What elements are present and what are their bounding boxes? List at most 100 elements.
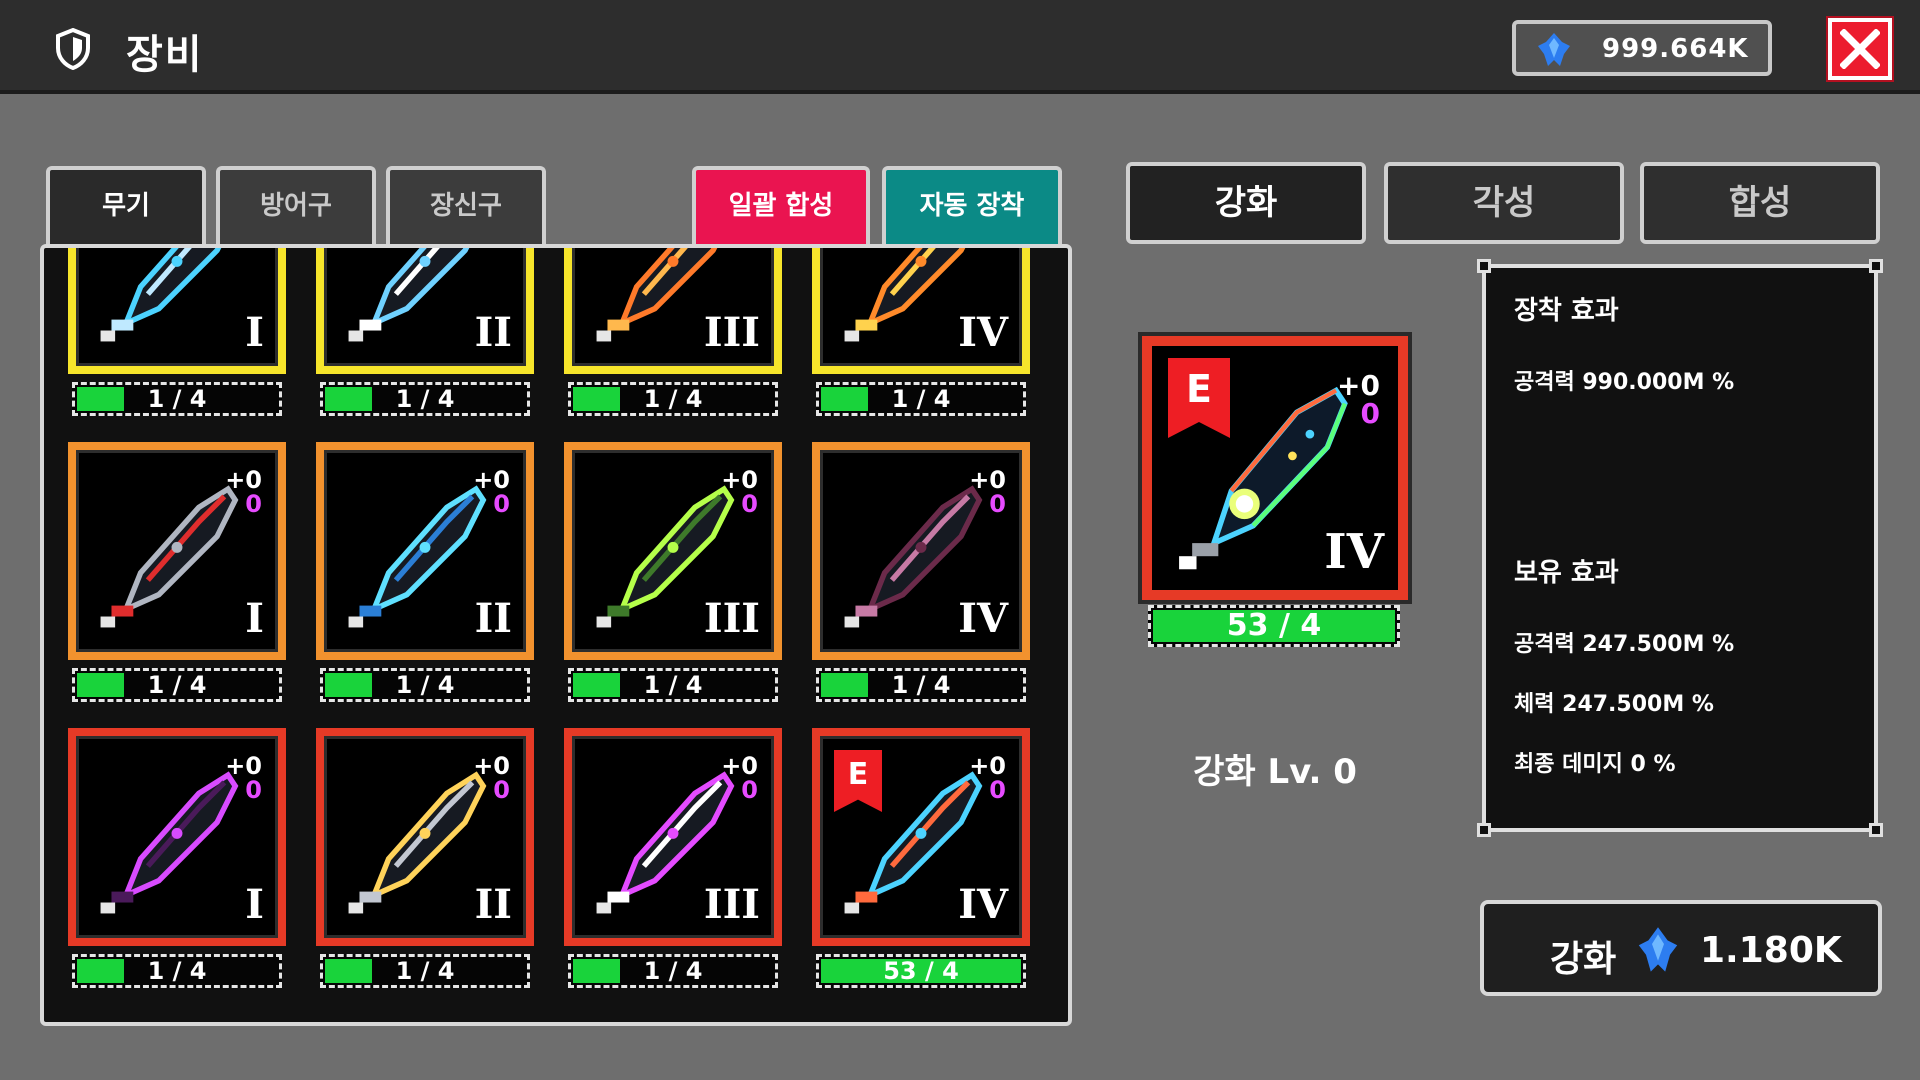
inventory-item[interactable]: +0 0 III 1 / 4 [564, 728, 782, 988]
item-tier: I [245, 595, 264, 642]
inventory-item[interactable]: +0 0 I 1 / 4 [68, 442, 286, 702]
item-tier: II [474, 595, 512, 642]
inventory-item[interactable]: E +0 0 IV 53 / 4 [812, 728, 1030, 988]
enhance-level-label: +0 0 [721, 752, 758, 804]
progress-text: 1 / 4 [147, 671, 207, 699]
inventory-item[interactable]: IV 1 / 4 [812, 248, 1030, 416]
enhance-button-label: 강화 [1550, 939, 1617, 980]
currency-display: 999.664K [1512, 20, 1772, 76]
owned-attack: 공격력 247.500M % [1514, 632, 1735, 657]
item-progress: 1 / 4 [816, 668, 1026, 702]
item-progress: 1 / 4 [72, 382, 282, 416]
item-tier: I [245, 309, 264, 356]
inventory-item[interactable]: I 1 / 4 [68, 248, 286, 416]
progress-text: 1 / 4 [147, 385, 207, 413]
top-bar: 장비 999.664K [0, 0, 1920, 94]
progress-text: 53 / 4 [1226, 608, 1322, 643]
inventory-item[interactable]: +0 0 IV 1 / 4 [812, 442, 1030, 702]
item-tier: II [474, 309, 512, 356]
inventory-item[interactable]: III 1 / 4 [564, 248, 782, 416]
item-progress: 1 / 4 [568, 668, 778, 702]
enhance-level-label: +0 0 [721, 466, 758, 518]
item-slot[interactable]: III [564, 248, 782, 374]
item-slot[interactable]: +0 0 IV [812, 442, 1030, 660]
enhance-level-label: +0 0 [969, 752, 1006, 804]
inventory-item[interactable]: +0 0 I 1 / 4 [68, 728, 286, 988]
enhance-level-label: +0 0 [473, 466, 510, 518]
equip-effect-title: 장착 효과 [1514, 296, 1619, 326]
item-tier: III [703, 595, 760, 642]
item-slot[interactable]: E +0 0 IV [812, 728, 1030, 946]
enhance-level: 강화 Lv. 0 [1193, 752, 1357, 792]
item-tier: IV [958, 881, 1008, 928]
blue-crystal-icon [1638, 927, 1678, 972]
item-slot[interactable]: +0 0 III [564, 728, 782, 946]
item-tier: I [245, 881, 264, 928]
bulk-merge-button[interactable]: 일괄 합성 [692, 166, 870, 244]
enhance-button[interactable]: 강화 1.180K [1480, 900, 1882, 996]
item-tier: IV [958, 309, 1008, 356]
inventory-item[interactable]: II 1 / 4 [316, 248, 534, 416]
item-progress: 1 / 4 [568, 954, 778, 988]
weapon-icon [100, 248, 222, 342]
item-slot[interactable]: +0 0 III [564, 442, 782, 660]
currency-value: 999.664K [1602, 34, 1749, 64]
progress-text: 1 / 4 [643, 385, 703, 413]
inventory-item[interactable]: +0 0 III 1 / 4 [564, 442, 782, 702]
item-tier: III [703, 309, 760, 356]
item-tier: IV [958, 595, 1008, 642]
tab-awaken[interactable]: 각성 [1384, 162, 1624, 244]
tab-enhance[interactable]: 강화 [1126, 162, 1366, 244]
enhance-level-label: +0 0 [473, 752, 510, 804]
item-progress: 1 / 4 [320, 668, 530, 702]
selected-item: E +0 0 IV [1142, 336, 1408, 600]
progress-text: 1 / 4 [395, 385, 455, 413]
tab-weapon[interactable]: 무기 [46, 166, 206, 244]
item-slot[interactable]: +0 0 I [68, 442, 286, 660]
item-progress: 53 / 4 [816, 954, 1026, 988]
auto-equip-button[interactable]: 자동 장착 [882, 166, 1062, 244]
panel-corner [1477, 823, 1491, 837]
item-tier: IV [1324, 524, 1384, 580]
blue-crystal-icon [1538, 33, 1570, 66]
enhance-cost: 1.180K [1700, 930, 1842, 971]
close-button[interactable] [1828, 18, 1892, 80]
enhance-level-label: +0 0 [225, 466, 262, 518]
enhance-level-label: +0 0 [1337, 369, 1380, 430]
progress-text: 53 / 4 [883, 957, 959, 985]
panel-corner [1869, 259, 1883, 273]
item-slot[interactable]: II [316, 248, 534, 374]
item-slot[interactable]: +0 0 II [316, 728, 534, 946]
item-slot[interactable]: I [68, 248, 286, 374]
page-title: 장비 [126, 32, 204, 78]
shield-icon [56, 28, 90, 70]
item-slot[interactable]: +0 0 I [68, 728, 286, 946]
inventory-panel[interactable]: I1 / 4 II 1 / 4 III 1 / 4 IV 1 / 4 +0 0 I 1 / 4 +0 0… [40, 244, 1072, 1026]
item-progress: 1 / 4 [72, 954, 282, 988]
item-tier: III [703, 881, 760, 928]
owned-effect-title: 보유 효과 [1514, 558, 1619, 588]
item-progress: 1 / 4 [320, 382, 530, 416]
enhance-level-label: +0 0 [969, 466, 1006, 518]
effects-panel: 장착 효과 공격력 990.000M % 보유 효과 공격력 247.500M … [1477, 259, 1883, 837]
inventory-grid: I1 / 4 II 1 / 4 III 1 / 4 IV 1 / 4 +0 0 I 1 / 4 +0 0… [44, 248, 1068, 1022]
item-slot[interactable]: +0 0 II [316, 442, 534, 660]
inventory-item[interactable]: +0 0 II 1 / 4 [316, 442, 534, 702]
tab-accessory[interactable]: 장신구 [386, 166, 546, 244]
inventory-item[interactable]: +0 0 II 1 / 4 [316, 728, 534, 988]
close-icon [1840, 29, 1880, 69]
item-progress: 1 / 4 [320, 954, 530, 988]
item-tier: II [474, 881, 512, 928]
equip-attack: 공격력 990.000M % [1514, 370, 1735, 395]
item-progress: 1 / 4 [568, 382, 778, 416]
tab-armor[interactable]: 방어구 [216, 166, 376, 244]
item-progress: 1 / 4 [72, 668, 282, 702]
progress-text: 1 / 4 [891, 385, 951, 413]
owned-hp: 체력 247.500M % [1514, 692, 1714, 717]
panel-corner [1869, 823, 1883, 837]
tab-merge[interactable]: 합성 [1640, 162, 1880, 244]
enhance-level-label: +0 0 [225, 752, 262, 804]
progress-text: 1 / 4 [891, 671, 951, 699]
progress-text: 1 / 4 [395, 671, 455, 699]
item-slot[interactable]: IV [812, 248, 1030, 374]
